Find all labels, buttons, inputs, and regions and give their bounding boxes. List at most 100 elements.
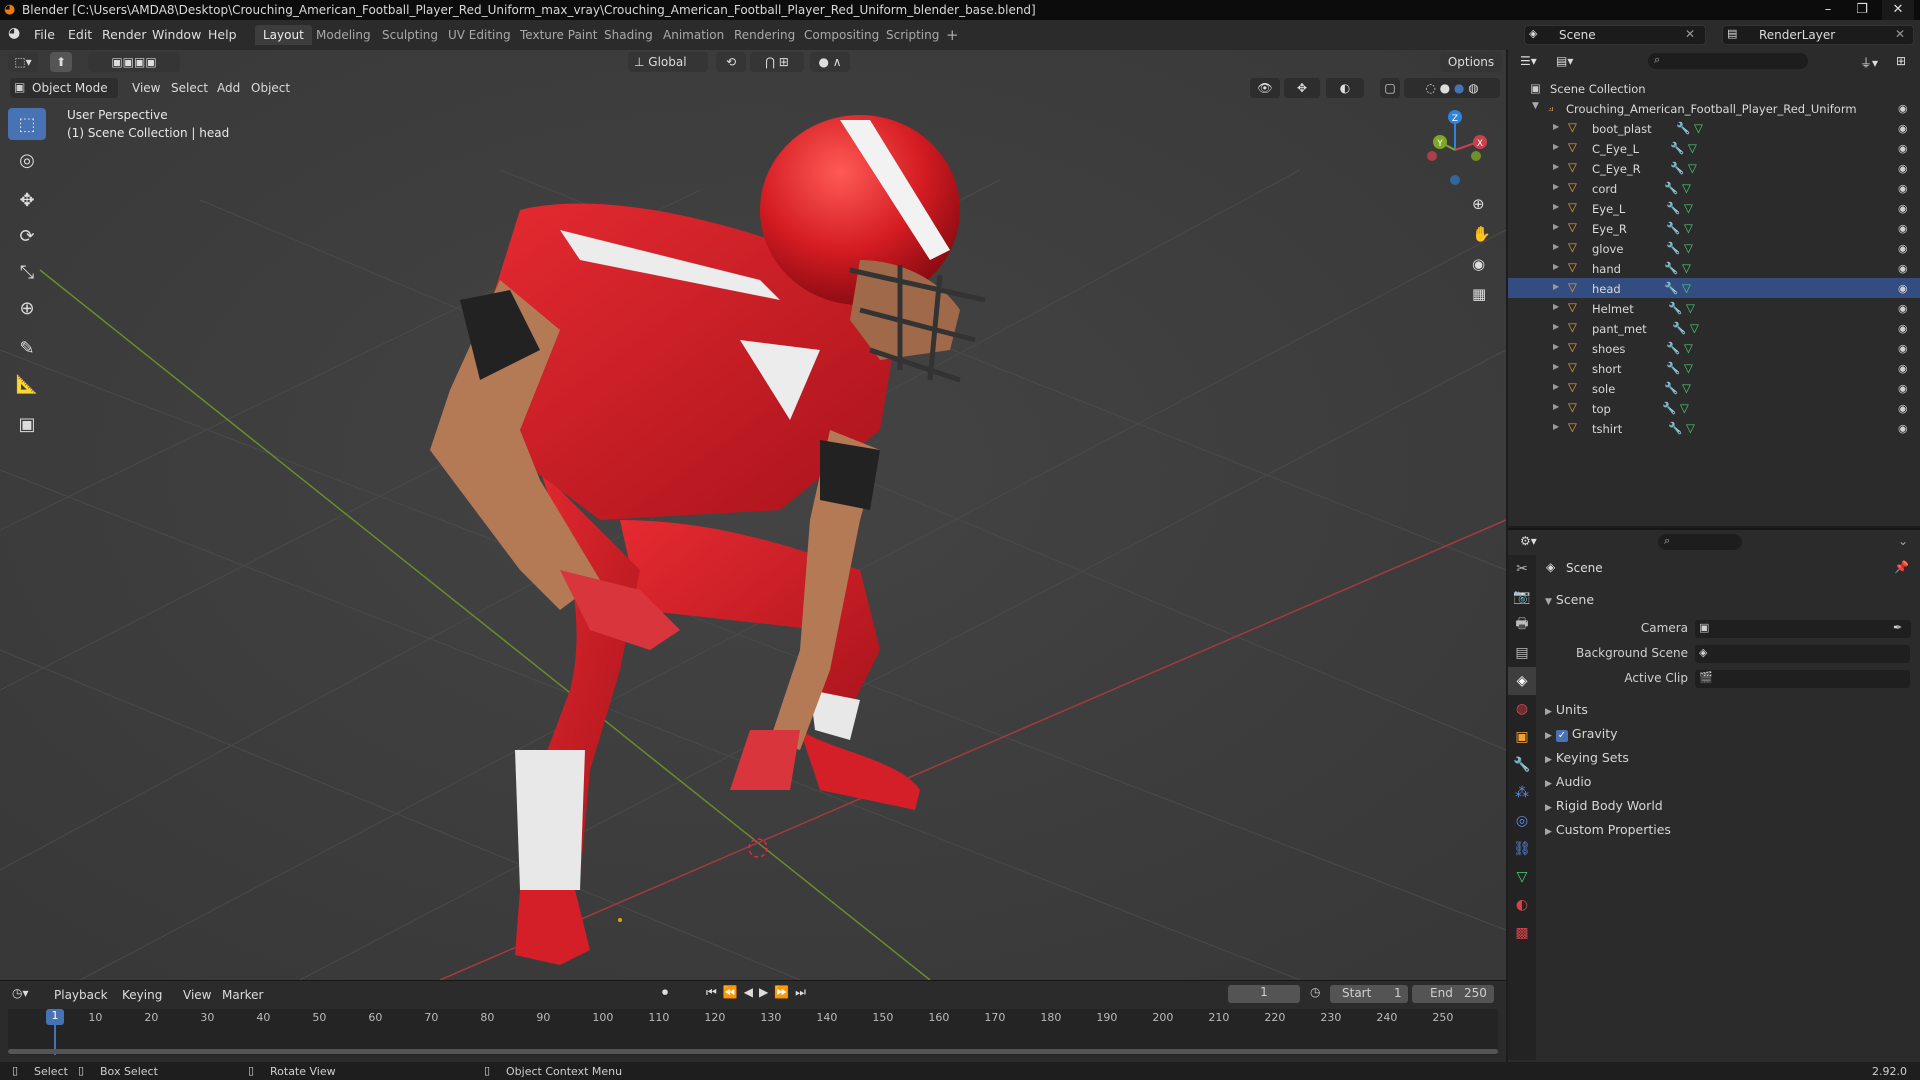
physics-tab-icon[interactable]: ◎	[1508, 807, 1536, 835]
outliner-row-collection[interactable]: ▼ ⟓ Crouching_American_Football_Player_R…	[1508, 98, 1920, 118]
timeline-menu-playback[interactable]: Playback	[54, 988, 108, 1002]
eyedropper-icon[interactable]: ✒	[1893, 621, 1902, 634]
expand-arrow-icon[interactable]: ▶	[1553, 202, 1559, 211]
mesh-data-icon[interactable]: ▽	[1690, 321, 1699, 335]
outliner-row-object[interactable]: ▶ ▽ sole 🔧 ▽ ◉	[1508, 378, 1920, 398]
timeline-scrollbar[interactable]	[8, 1049, 1498, 1054]
eye-icon[interactable]: ◉	[1898, 242, 1908, 255]
outliner-search-input[interactable]: ⌕	[1648, 53, 1808, 69]
timeline-menu-keying[interactable]: Keying	[122, 988, 162, 1002]
outliner-row-object[interactable]: ▶ ▽ boot_plast 🔧 ▽ ◉	[1508, 118, 1920, 138]
new-collection-icon[interactable]: ⊞	[1896, 54, 1906, 68]
expand-arrow-icon[interactable]: ▶	[1553, 422, 1559, 431]
mesh-data-icon[interactable]: ▽	[1684, 241, 1693, 255]
constraints-tab-icon[interactable]: ⛓	[1508, 835, 1536, 863]
outliner-editor-type-icon[interactable]: ☰▾	[1520, 54, 1537, 68]
view-layer-selector[interactable]: ▤ RenderLayer ✕	[1722, 25, 1914, 45]
shading-modes[interactable]: ◌ ● ● ◍	[1404, 78, 1500, 98]
viewport-menu-add[interactable]: Add	[217, 81, 240, 95]
menu-help[interactable]: Help	[208, 27, 237, 42]
audio-panel-header[interactable]: ▶ Audio	[1545, 774, 1591, 789]
mesh-data-icon[interactable]: ▽	[1680, 401, 1689, 415]
data-tab-icon[interactable]: ▽	[1508, 863, 1536, 891]
outliner-display-mode-icon[interactable]: ▤▾	[1556, 54, 1573, 68]
eye-icon[interactable]: ◉	[1898, 282, 1908, 295]
mesh-data-icon[interactable]: ▽	[1684, 361, 1693, 375]
viewport-menu-select[interactable]: Select	[171, 81, 208, 95]
scene-panel-header[interactable]: ▼ Scene	[1545, 592, 1594, 607]
eye-icon[interactable]: ◉	[1898, 262, 1908, 275]
outliner-row-object[interactable]: ▶ ▽ Helmet 🔧 ▽ ◉	[1508, 298, 1920, 318]
eye-icon[interactable]: ◉	[1898, 142, 1908, 155]
eye-icon[interactable]: ◉	[1898, 302, 1908, 315]
modifier-icon[interactable]: 🔧	[1664, 281, 1678, 295]
camera-field[interactable]: ▣ ✒	[1695, 620, 1911, 638]
3d-viewport[interactable]: Z X Y User Perspective (1) Scene Collect…	[0, 50, 1506, 980]
modifier-icon[interactable]: 🔧	[1672, 321, 1686, 335]
workspace-tab-texture-paint[interactable]: Texture Paint	[512, 25, 605, 45]
modifier-icon[interactable]: 🔧	[1666, 341, 1680, 355]
viewport-menu-view[interactable]: View	[132, 81, 160, 95]
modifier-icon[interactable]: 🔧	[1664, 381, 1678, 395]
workspace-tab-rendering[interactable]: Rendering	[726, 25, 803, 45]
player-left-sock[interactable]	[515, 750, 585, 890]
rotate-tool-icon[interactable]: ⟳	[8, 220, 46, 252]
properties-options-icon[interactable]: ⌄	[1898, 534, 1908, 548]
playback-controls[interactable]: ⏮⏪◀▶⏩⏭	[706, 985, 812, 1000]
world-tab-icon[interactable]: ◍	[1508, 695, 1536, 723]
proportional-edit-icon[interactable]: ● ∧	[810, 52, 850, 72]
workspace-tab-compositing[interactable]: Compositing	[796, 25, 887, 45]
current-frame-field[interactable]: 1	[1228, 985, 1300, 1003]
workspace-tab-sculpting[interactable]: Sculpting	[374, 25, 446, 45]
expand-arrow-icon[interactable]: ▶	[1553, 122, 1559, 131]
mesh-data-icon[interactable]: ▽	[1684, 221, 1693, 235]
tool-tab-icon[interactable]: ✂	[1508, 555, 1536, 583]
outliner-row-object[interactable]: ▶ ▽ Eye_L 🔧 ▽ ◉	[1508, 198, 1920, 218]
modifier-icon[interactable]: 🔧	[1676, 121, 1690, 135]
modifier-icon[interactable]: 🔧	[1668, 421, 1682, 435]
add-cube-tool-icon[interactable]: ▣	[8, 408, 46, 440]
background-scene-field[interactable]: ◈	[1695, 645, 1910, 663]
scene-selector[interactable]: ◈ Scene ✕	[1524, 25, 1706, 45]
texture-tab-icon[interactable]: ▩	[1508, 919, 1536, 947]
viewport-menu-object[interactable]: Object	[251, 81, 290, 95]
outliner-row-object[interactable]: ▶ ▽ tshirt 🔧 ▽ ◉	[1508, 418, 1920, 438]
rigid-body-world-panel-header[interactable]: ▶ Rigid Body World	[1545, 798, 1663, 813]
xray-icon[interactable]: ▢	[1380, 78, 1400, 98]
editor-type-icon[interactable]: ⬚▾	[8, 52, 38, 72]
cursor-tool-icon[interactable]: ◎	[8, 144, 46, 176]
viewport-canvas[interactable]: Z X Y	[0, 50, 1506, 980]
mesh-data-icon[interactable]: ▽	[1686, 421, 1695, 435]
expand-arrow-icon[interactable]: ▶	[1553, 222, 1559, 231]
menu-render[interactable]: Render	[102, 27, 147, 42]
properties-editor-type-icon[interactable]: ⚙▾	[1520, 534, 1537, 548]
eye-icon[interactable]: ◉	[1898, 222, 1908, 235]
workspace-tab-shading[interactable]: Shading	[596, 25, 661, 45]
expand-arrow-icon[interactable]: ▶	[1553, 162, 1559, 171]
blender-menu-icon[interactable]: ◕	[8, 25, 20, 41]
maximize-button[interactable]: ❐	[1846, 0, 1878, 20]
expand-arrow-icon[interactable]: ▶	[1553, 342, 1559, 351]
properties-search-input[interactable]: ⌕	[1658, 534, 1742, 550]
mesh-data-icon[interactable]: ▽	[1682, 281, 1691, 295]
select-mode-icon[interactable]: ⬆	[50, 52, 72, 72]
expand-arrow-icon[interactable]: ▶	[1553, 182, 1559, 191]
options-dropdown[interactable]: Options	[1440, 52, 1502, 72]
menu-edit[interactable]: Edit	[68, 27, 92, 42]
snap-icon[interactable]: ⋂ ⊞	[750, 52, 804, 72]
outliner-row-object[interactable]: ▶ ▽ cord 🔧 ▽ ◉	[1508, 178, 1920, 198]
eye-icon[interactable]: ◉	[1898, 402, 1908, 415]
gizmo-toggle-icon[interactable]: ✥	[1284, 78, 1320, 98]
collapse-arrow-icon[interactable]: ▼	[1532, 101, 1539, 111]
timeline-editor-type-icon[interactable]: ◷▾	[12, 986, 29, 1000]
pan-hand-icon[interactable]: ✋	[1472, 225, 1491, 243]
keying-sets-panel-header[interactable]: ▶ Keying Sets	[1545, 750, 1629, 765]
camera-view-icon[interactable]: ◉	[1472, 255, 1485, 273]
transform-orientation-dropdown[interactable]: ⊥ Global	[628, 52, 708, 72]
use-preview-range-icon[interactable]: ◷	[1310, 985, 1320, 999]
gravity-panel-header[interactable]: ▶ ✓ Gravity	[1545, 726, 1618, 742]
minimize-button[interactable]: –	[1812, 0, 1844, 20]
start-frame-field[interactable]: Start 1	[1330, 985, 1408, 1003]
outliner-row-object[interactable]: ▶ ▽ C_Eye_R 🔧 ▽ ◉	[1508, 158, 1920, 178]
mesh-data-icon[interactable]: ▽	[1682, 381, 1691, 395]
